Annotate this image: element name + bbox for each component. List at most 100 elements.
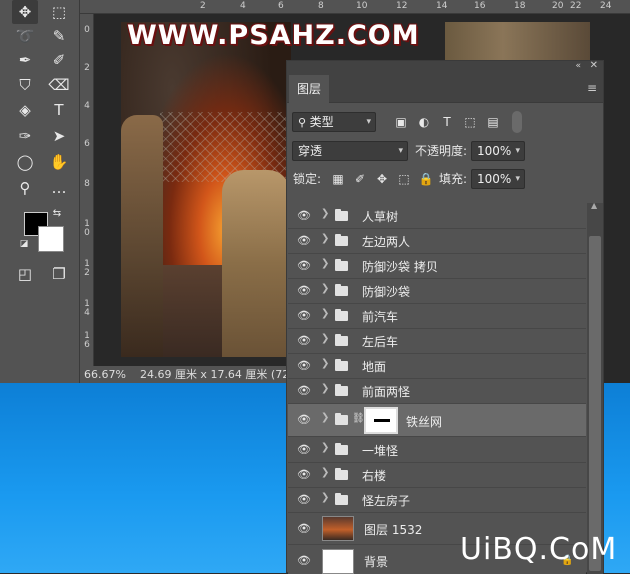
- pen-icon[interactable]: ✑: [12, 124, 38, 148]
- folder-icon: [335, 443, 348, 455]
- link-icon[interactable]: ⛓: [352, 413, 365, 424]
- layer-row[interactable]: 👁 ❯ 人草树: [288, 204, 586, 229]
- layer-row[interactable]: 👁 ❯ 防御沙袋: [288, 279, 586, 304]
- stamp-icon[interactable]: ⛉: [12, 73, 38, 97]
- layer-row-selected[interactable]: 👁 ❯ ⛓ 铁丝网: [288, 404, 586, 437]
- folder-icon: [335, 334, 348, 346]
- layer-row[interactable]: 👁 ❯ 前面两怪: [288, 379, 586, 404]
- chevron-right-icon[interactable]: ❯: [321, 358, 329, 369]
- layer-row[interactable]: 👁 ❯ 右楼: [288, 463, 586, 488]
- lock-image-icon[interactable]: ✐: [351, 170, 369, 188]
- eye-icon[interactable]: 👁: [296, 413, 312, 427]
- scroll-up-icon[interactable]: ▲: [591, 201, 597, 210]
- layer-thumbnail[interactable]: [322, 516, 354, 541]
- eye-icon[interactable]: 👁: [296, 443, 312, 457]
- chevron-right-icon[interactable]: ❯: [321, 308, 329, 319]
- eye-icon[interactable]: 👁: [296, 209, 312, 223]
- folder-icon: [335, 234, 348, 246]
- ruler-tick: 14: [436, 1, 448, 11]
- close-icon[interactable]: ✕: [590, 60, 598, 71]
- chevron-right-icon[interactable]: ❯: [321, 283, 329, 294]
- blend-mode-select[interactable]: 穿透 ▾: [292, 141, 408, 161]
- ruler-tick: 0: [84, 25, 90, 35]
- layer-row[interactable]: 👁 ❯ 怪左房子: [288, 488, 586, 513]
- lock-all-icon[interactable]: 🔒: [417, 170, 435, 188]
- type-icon[interactable]: T: [46, 98, 72, 122]
- zoom-level[interactable]: 66.67%: [84, 368, 126, 381]
- filter-type-icon[interactable]: T: [438, 113, 456, 131]
- layer-row[interactable]: 👁 ❯ 前汽车: [288, 304, 586, 329]
- chevron-right-icon[interactable]: ❯: [321, 467, 329, 478]
- quick-mask-icon[interactable]: ◰: [12, 262, 38, 286]
- eye-icon[interactable]: 👁: [296, 493, 312, 507]
- ruler-tick: 20: [552, 1, 564, 11]
- eye-icon[interactable]: 👁: [296, 259, 312, 273]
- panel-menu-icon[interactable]: ≡: [587, 81, 597, 95]
- eye-icon[interactable]: 👁: [296, 468, 312, 482]
- chevron-right-icon[interactable]: ❯: [321, 442, 329, 453]
- zoom-icon[interactable]: ⚲: [12, 176, 38, 200]
- eye-icon[interactable]: 👁: [296, 384, 312, 398]
- chevron-right-icon[interactable]: ❯: [321, 208, 329, 219]
- layer-name: 右楼: [362, 469, 387, 483]
- brush-icon[interactable]: ✐: [46, 48, 72, 72]
- layer-mask-thumbnail[interactable]: [364, 407, 398, 434]
- eye-icon[interactable]: 👁: [296, 234, 312, 248]
- chevron-right-icon[interactable]: ❯: [321, 383, 329, 394]
- panel-title-bar[interactable]: « ✕: [287, 60, 603, 75]
- eye-icon[interactable]: 👁: [296, 334, 312, 348]
- bucket-icon[interactable]: ◈: [12, 98, 38, 122]
- filter-kind-select[interactable]: ⚲ 类型 ▾: [292, 112, 376, 132]
- filter-smartobject-icon[interactable]: ▤: [484, 113, 502, 131]
- quick-select-icon[interactable]: ✎: [46, 24, 72, 48]
- filter-toggle[interactable]: [512, 111, 522, 133]
- hand-icon[interactable]: ✋: [46, 150, 72, 174]
- marquee-icon[interactable]: ⬚: [46, 0, 72, 24]
- move-icon[interactable]: ✥: [12, 0, 38, 24]
- ruler-tick: 16: [84, 331, 90, 350]
- chevron-right-icon[interactable]: ❯: [321, 333, 329, 344]
- scrollbar-thumb[interactable]: [589, 236, 601, 571]
- filter-pixel-icon[interactable]: ▣: [392, 113, 410, 131]
- eye-icon[interactable]: 👁: [296, 554, 312, 568]
- swap-colors-icon[interactable]: ⇆: [50, 206, 64, 220]
- path-select-icon[interactable]: ➤: [46, 124, 72, 148]
- layer-row[interactable]: 👁 ❯ 地面: [288, 354, 586, 379]
- eye-icon[interactable]: 👁: [296, 309, 312, 323]
- layer-thumbnail[interactable]: [322, 549, 354, 574]
- opacity-input[interactable]: 100% ▾: [471, 141, 525, 161]
- layer-row[interactable]: 👁 ❯ 一堆怪: [288, 438, 586, 463]
- lasso-icon[interactable]: ➰: [12, 24, 38, 48]
- lock-position-icon[interactable]: ✥: [373, 170, 391, 188]
- chevron-right-icon[interactable]: ❯: [321, 258, 329, 269]
- tab-layers[interactable]: 图层: [289, 75, 330, 103]
- blend-mode-value: 穿透: [298, 144, 323, 158]
- layer-row[interactable]: 👁 ❯ 左边两人: [288, 229, 586, 254]
- folder-icon: [335, 259, 348, 271]
- chevron-right-icon[interactable]: ❯: [321, 412, 329, 423]
- collapse-icon[interactable]: «: [575, 61, 581, 71]
- lock-transparent-icon[interactable]: ▦: [329, 170, 347, 188]
- lock-artboard-icon[interactable]: ⬚: [395, 170, 413, 188]
- chevron-right-icon[interactable]: ❯: [321, 233, 329, 244]
- layer-row[interactable]: 👁 ❯ 防御沙袋 拷贝: [288, 254, 586, 279]
- ellipse-icon[interactable]: ◯: [12, 150, 38, 174]
- eye-icon[interactable]: 👁: [296, 522, 312, 536]
- background-color-swatch[interactable]: [38, 226, 64, 252]
- more-icon[interactable]: …: [46, 176, 72, 200]
- document-size[interactable]: 24.69 厘米 x 17.64 厘米 (72 ppi): [140, 368, 290, 381]
- filter-adjustment-icon[interactable]: ◐: [415, 113, 433, 131]
- chevron-right-icon[interactable]: ❯: [321, 492, 329, 503]
- layer-row[interactable]: 👁 ❯ 左后车: [288, 329, 586, 354]
- ruler-horizontal[interactable]: 2 4 6 8 10 12 14 16 18 20 22 24: [80, 0, 630, 14]
- screen-mode-icon[interactable]: ❐: [46, 262, 72, 286]
- filter-shape-icon[interactable]: ⬚: [461, 113, 479, 131]
- eraser-icon[interactable]: ⌫: [46, 73, 72, 97]
- eye-icon[interactable]: 👁: [296, 359, 312, 373]
- default-colors-icon[interactable]: ◪: [18, 238, 30, 250]
- watermark-text: WWW.PSAHZ.COM: [127, 20, 420, 51]
- eye-icon[interactable]: 👁: [296, 284, 312, 298]
- fill-input[interactable]: 100% ▾: [471, 169, 525, 189]
- ruler-vertical[interactable]: 0 2 4 6 8 10 12 14 16: [80, 14, 94, 366]
- eyedropper-icon[interactable]: ✒: [12, 48, 38, 72]
